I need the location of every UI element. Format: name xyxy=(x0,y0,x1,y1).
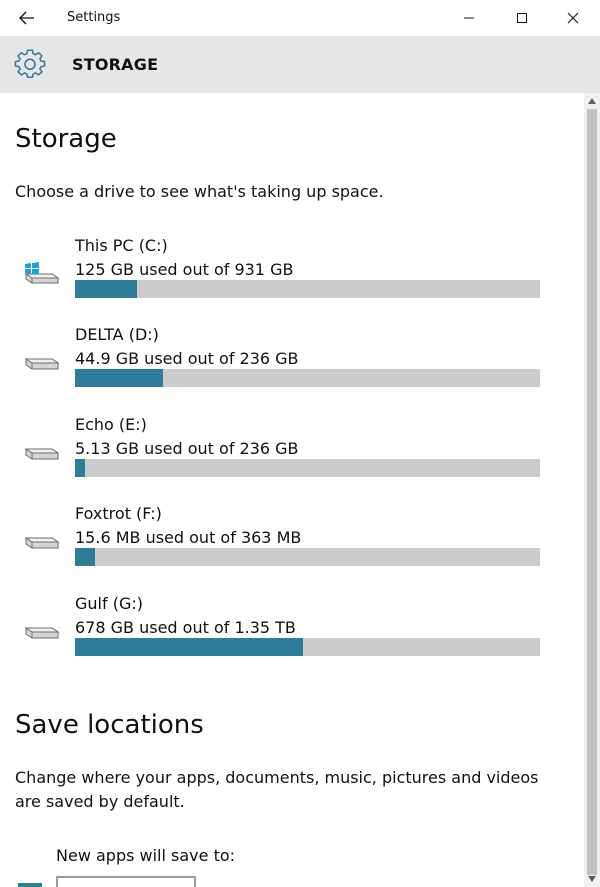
scroll-thumb[interactable] xyxy=(587,109,597,875)
drive-usage-bar xyxy=(75,280,540,298)
chevron-down-icon xyxy=(588,876,596,882)
storage-heading: Storage xyxy=(15,124,117,154)
content-pane: Storage Choose a drive to see what's tak… xyxy=(0,93,584,887)
drive-icon xyxy=(18,883,42,887)
storage-description: Choose a drive to see what's taking up s… xyxy=(15,182,384,201)
new-apps-label: New apps will save to: xyxy=(56,846,236,865)
save-locations-description: Change where your apps, documents, music… xyxy=(15,768,539,811)
drive-icon xyxy=(24,448,60,460)
drive-name: Gulf (G:) xyxy=(75,594,143,613)
drive-usage-fill xyxy=(75,280,138,298)
drive-name: DELTA (D:) xyxy=(75,325,159,344)
windows-drive-icon xyxy=(24,262,60,284)
window-title: Settings xyxy=(67,10,121,25)
drive-name: Echo (E:) xyxy=(75,415,147,434)
maximize-button[interactable] xyxy=(499,0,545,36)
minimize-button[interactable] xyxy=(446,0,492,36)
drive-usage-bar xyxy=(75,638,540,656)
page-title: STORAGE xyxy=(72,55,159,74)
chevron-up-icon xyxy=(588,98,596,104)
drive-icon xyxy=(24,537,60,549)
settings-window: Settings STORAGE Storage Choose a drive … xyxy=(0,0,600,887)
drive-usage-text: 15.6 MB used out of 363 MB xyxy=(75,528,302,547)
new-apps-location-select[interactable] xyxy=(56,876,196,887)
maximize-icon xyxy=(517,13,527,23)
close-icon xyxy=(567,12,579,24)
back-arrow-icon xyxy=(19,11,34,25)
drive-item-e[interactable]: Echo (E:) 5.13 GB used out of 236 GB xyxy=(0,415,584,495)
scroll-down-button[interactable] xyxy=(584,871,600,887)
close-button[interactable] xyxy=(550,0,596,36)
drive-usage-fill xyxy=(75,548,95,566)
drive-usage-text: 44.9 GB used out of 236 GB xyxy=(75,349,299,368)
drive-icon xyxy=(24,627,60,639)
drive-usage-fill xyxy=(75,638,303,656)
gear-icon xyxy=(14,49,46,79)
drive-usage-text: 678 GB used out of 1.35 TB xyxy=(75,618,296,637)
drive-usage-bar xyxy=(75,459,540,477)
drive-usage-bar xyxy=(75,548,540,566)
drive-item-d[interactable]: DELTA (D:) 44.9 GB used out of 236 GB xyxy=(0,325,584,405)
drive-icon xyxy=(24,358,60,370)
drive-usage-fill xyxy=(75,369,164,387)
page-header: STORAGE xyxy=(0,36,600,93)
minimize-icon xyxy=(464,17,474,19)
drive-item-f[interactable]: Foxtrot (F:) 15.6 MB used out of 363 MB xyxy=(0,504,584,584)
save-locations-heading: Save locations xyxy=(15,710,204,740)
title-bar: Settings xyxy=(0,0,600,36)
drive-item-c[interactable]: This PC (C:) 125 GB used out of 931 GB xyxy=(0,236,584,316)
back-button[interactable] xyxy=(8,2,46,34)
scroll-up-button[interactable] xyxy=(584,93,600,109)
drive-usage-text: 125 GB used out of 931 GB xyxy=(75,260,294,279)
drive-usage-fill xyxy=(75,459,86,477)
drive-usage-bar xyxy=(75,369,540,387)
drive-name: Foxtrot (F:) xyxy=(75,504,162,523)
drive-item-g[interactable]: Gulf (G:) 678 GB used out of 1.35 TB xyxy=(0,594,584,674)
vertical-scrollbar[interactable] xyxy=(584,93,600,887)
drive-usage-text: 5.13 GB used out of 236 GB xyxy=(75,439,299,458)
drive-name: This PC (C:) xyxy=(75,236,168,255)
